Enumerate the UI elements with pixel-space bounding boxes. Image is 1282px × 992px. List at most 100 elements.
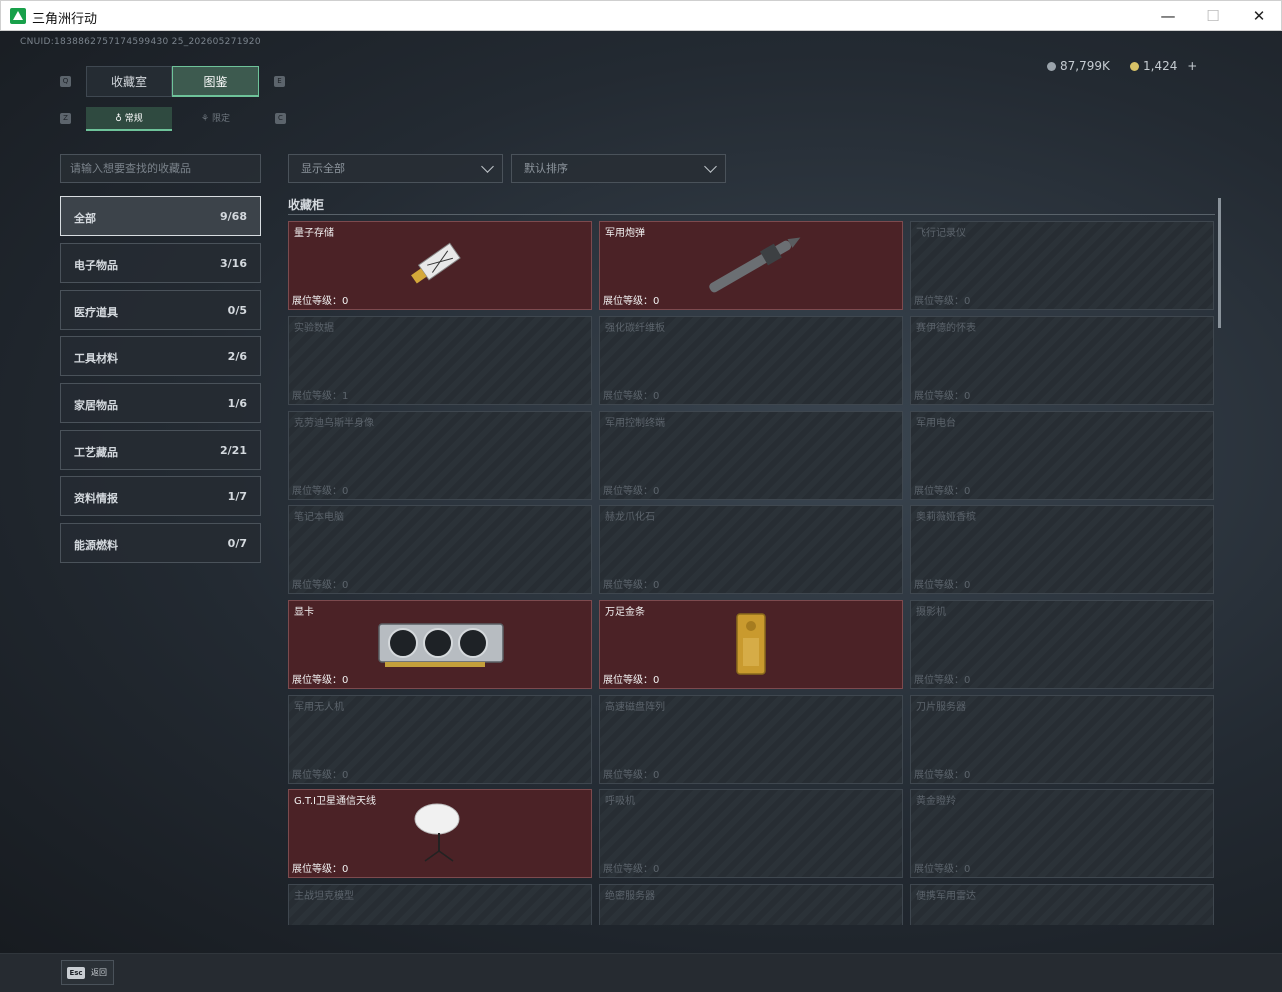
satellite-dish-icon xyxy=(414,803,460,862)
item-name: 摄影机 xyxy=(916,607,946,618)
item-card[interactable]: 呼吸机 展位等级：0 xyxy=(599,789,903,878)
maximize-button[interactable]: ☐ xyxy=(1190,1,1236,31)
item-card[interactable]: 刀片服务器 展位等级：0 xyxy=(910,695,1214,784)
item-name: 便携军用雷达 xyxy=(916,891,976,902)
item-name: 黄金瞪羚 xyxy=(916,796,956,807)
item-card[interactable]: 强化碳纤维板 展位等级：0 xyxy=(599,316,903,405)
item-card[interactable]: 军用控制终端 展位等级：0 xyxy=(599,411,903,500)
user-id: CNUID:1838862757174599430 25_20260527192… xyxy=(20,37,261,47)
item-level: 展位等级：0 xyxy=(603,391,660,402)
item-card[interactable]: 高速磁盘阵列 展位等级：0 xyxy=(599,695,903,784)
item-level: 展位等级：0 xyxy=(292,770,349,781)
category-fuel[interactable]: 能源燃料 0/7 xyxy=(60,523,261,563)
item-name: 军用控制终端 xyxy=(605,418,665,429)
subtab-limited[interactable]: ⚘ 限定 xyxy=(172,107,259,131)
category-count: 2/21 xyxy=(220,444,247,457)
category-intel[interactable]: 资料情报 1/7 xyxy=(60,476,261,516)
section-title: 收藏柜 xyxy=(288,198,325,212)
item-level: 展位等级：0 xyxy=(292,864,349,875)
tab-catalog[interactable]: 图鉴 xyxy=(172,66,259,97)
item-card[interactable]: 军用无人机 展位等级：0 xyxy=(288,695,592,784)
item-name: 高速磁盘阵列 xyxy=(605,702,665,713)
category-label: 资料情报 xyxy=(74,492,118,505)
item-name: 军用电台 xyxy=(916,418,956,429)
category-crafts[interactable]: 工艺藏品 2/21 xyxy=(60,430,261,470)
item-card[interactable]: 黄金瞪羚 展位等级：0 xyxy=(910,789,1214,878)
subtab-regular[interactable]: ♁ 常规 xyxy=(86,107,172,131)
item-name: G.T.I卫星通信天线 xyxy=(294,796,376,807)
item-card[interactable]: 军用电台 展位等级：0 xyxy=(910,411,1214,500)
sort-dropdown-value: 默认排序 xyxy=(524,162,568,175)
item-level: 展位等级：0 xyxy=(914,296,971,307)
close-button[interactable]: ✕ xyxy=(1236,1,1282,31)
search-input[interactable]: 请输入想要查找的收藏品 xyxy=(60,154,261,183)
category-medical[interactable]: 医疗道具 0/5 xyxy=(60,290,261,330)
item-level: 展位等级：0 xyxy=(603,770,660,781)
item-card[interactable]: 绝密服务器 xyxy=(599,884,903,925)
item-card[interactable]: 笔记本电脑 展位等级：0 xyxy=(288,505,592,594)
category-count: 0/5 xyxy=(227,304,247,317)
item-level: 展位等级：0 xyxy=(914,675,971,686)
back-button[interactable]: Esc 返回 xyxy=(61,960,114,985)
gold-bar-icon xyxy=(736,612,766,675)
category-count: 1/6 xyxy=(227,397,247,410)
subtab-limited-label: 限定 xyxy=(211,114,230,124)
item-name: 奥莉薇娅香槟 xyxy=(916,512,976,523)
category-electronics[interactable]: 电子物品 3/16 xyxy=(60,243,261,283)
item-card[interactable]: 主战坦克模型 xyxy=(288,884,592,925)
item-card[interactable]: 显卡 展位等级：0 xyxy=(288,600,592,689)
section-divider xyxy=(288,214,1215,215)
key-hint-q: Q xyxy=(60,76,71,87)
item-name: 万足金条 xyxy=(605,607,645,618)
category-label: 工艺藏品 xyxy=(74,446,118,459)
item-name: 呼吸机 xyxy=(605,796,635,807)
filter-dropdown[interactable]: 显示全部 xyxy=(288,154,503,183)
item-level: 展位等级：0 xyxy=(603,296,660,307)
item-card[interactable]: 便携军用雷达 xyxy=(910,884,1214,925)
item-card[interactable]: 赛伊德的怀表 展位等级：0 xyxy=(910,316,1214,405)
minimize-button[interactable]: — xyxy=(1145,1,1191,31)
item-card[interactable]: 摄影机 展位等级：0 xyxy=(910,600,1214,689)
sort-dropdown[interactable]: 默认排序 xyxy=(511,154,726,183)
item-level: 展位等级：0 xyxy=(603,675,660,686)
item-level: 展位等级：0 xyxy=(292,675,349,686)
item-name: 强化碳纤维板 xyxy=(605,323,665,334)
category-all[interactable]: 全部 9/68 xyxy=(60,196,261,236)
app-logo-icon xyxy=(10,8,26,24)
esc-key-icon: Esc xyxy=(67,967,85,979)
game-screen: CNUID:1838862757174599430 25_20260527192… xyxy=(0,31,1282,953)
tab-collection-room[interactable]: 收藏室 xyxy=(86,66,172,97)
item-card[interactable]: 万足金条 展位等级：0 xyxy=(599,600,903,689)
item-card[interactable]: 实验数据 展位等级：1 xyxy=(288,316,592,405)
item-card[interactable]: 飞行记录仪 展位等级：0 xyxy=(910,221,1214,310)
item-name: 实验数据 xyxy=(294,323,334,334)
item-card[interactable]: 赫龙爪化石 展位等级：0 xyxy=(599,505,903,594)
item-level: 展位等级：0 xyxy=(914,864,971,875)
item-card[interactable]: G.T.I卫星通信天线 展位等级：0 xyxy=(288,789,592,878)
item-card[interactable]: 军用炮弹 展位等级：0 xyxy=(599,221,903,310)
scrollbar[interactable] xyxy=(1218,198,1221,328)
item-card[interactable]: 量子存储 展位等级：0 xyxy=(288,221,592,310)
footer-bar: Esc 返回 xyxy=(0,953,1282,992)
item-level: 展位等级：1 xyxy=(292,391,349,402)
category-count: 0/7 xyxy=(227,537,247,550)
item-card[interactable]: 奥莉薇娅香槟 展位等级：0 xyxy=(910,505,1214,594)
category-count: 9/68 xyxy=(220,210,247,223)
category-count: 3/16 xyxy=(220,257,247,270)
item-level: 展位等级：0 xyxy=(603,864,660,875)
item-level: 展位等级：0 xyxy=(292,486,349,497)
item-level: 展位等级：0 xyxy=(292,580,349,591)
key-hint-c: C xyxy=(275,113,286,124)
item-level: 展位等级：0 xyxy=(914,770,971,781)
category-count: 2/6 xyxy=(227,350,247,363)
category-tools[interactable]: 工具材料 2/6 xyxy=(60,336,261,376)
window-title: 三角洲行动 xyxy=(32,12,98,27)
item-level: 展位等级：0 xyxy=(914,580,971,591)
category-household[interactable]: 家居物品 1/6 xyxy=(60,383,261,423)
collection-grid: 量子存储 展位等级：0 军用炮弹 展位等级：0 飞行记录仪 展位等级：0 实验数… xyxy=(288,221,1214,925)
add-currency-button[interactable]: + xyxy=(1187,59,1197,73)
gold-coin-icon xyxy=(1130,62,1139,71)
shell-icon xyxy=(709,237,801,292)
item-card[interactable]: 克劳迪乌斯半身像 展位等级：0 xyxy=(288,411,592,500)
item-name: 显卡 xyxy=(294,607,314,618)
